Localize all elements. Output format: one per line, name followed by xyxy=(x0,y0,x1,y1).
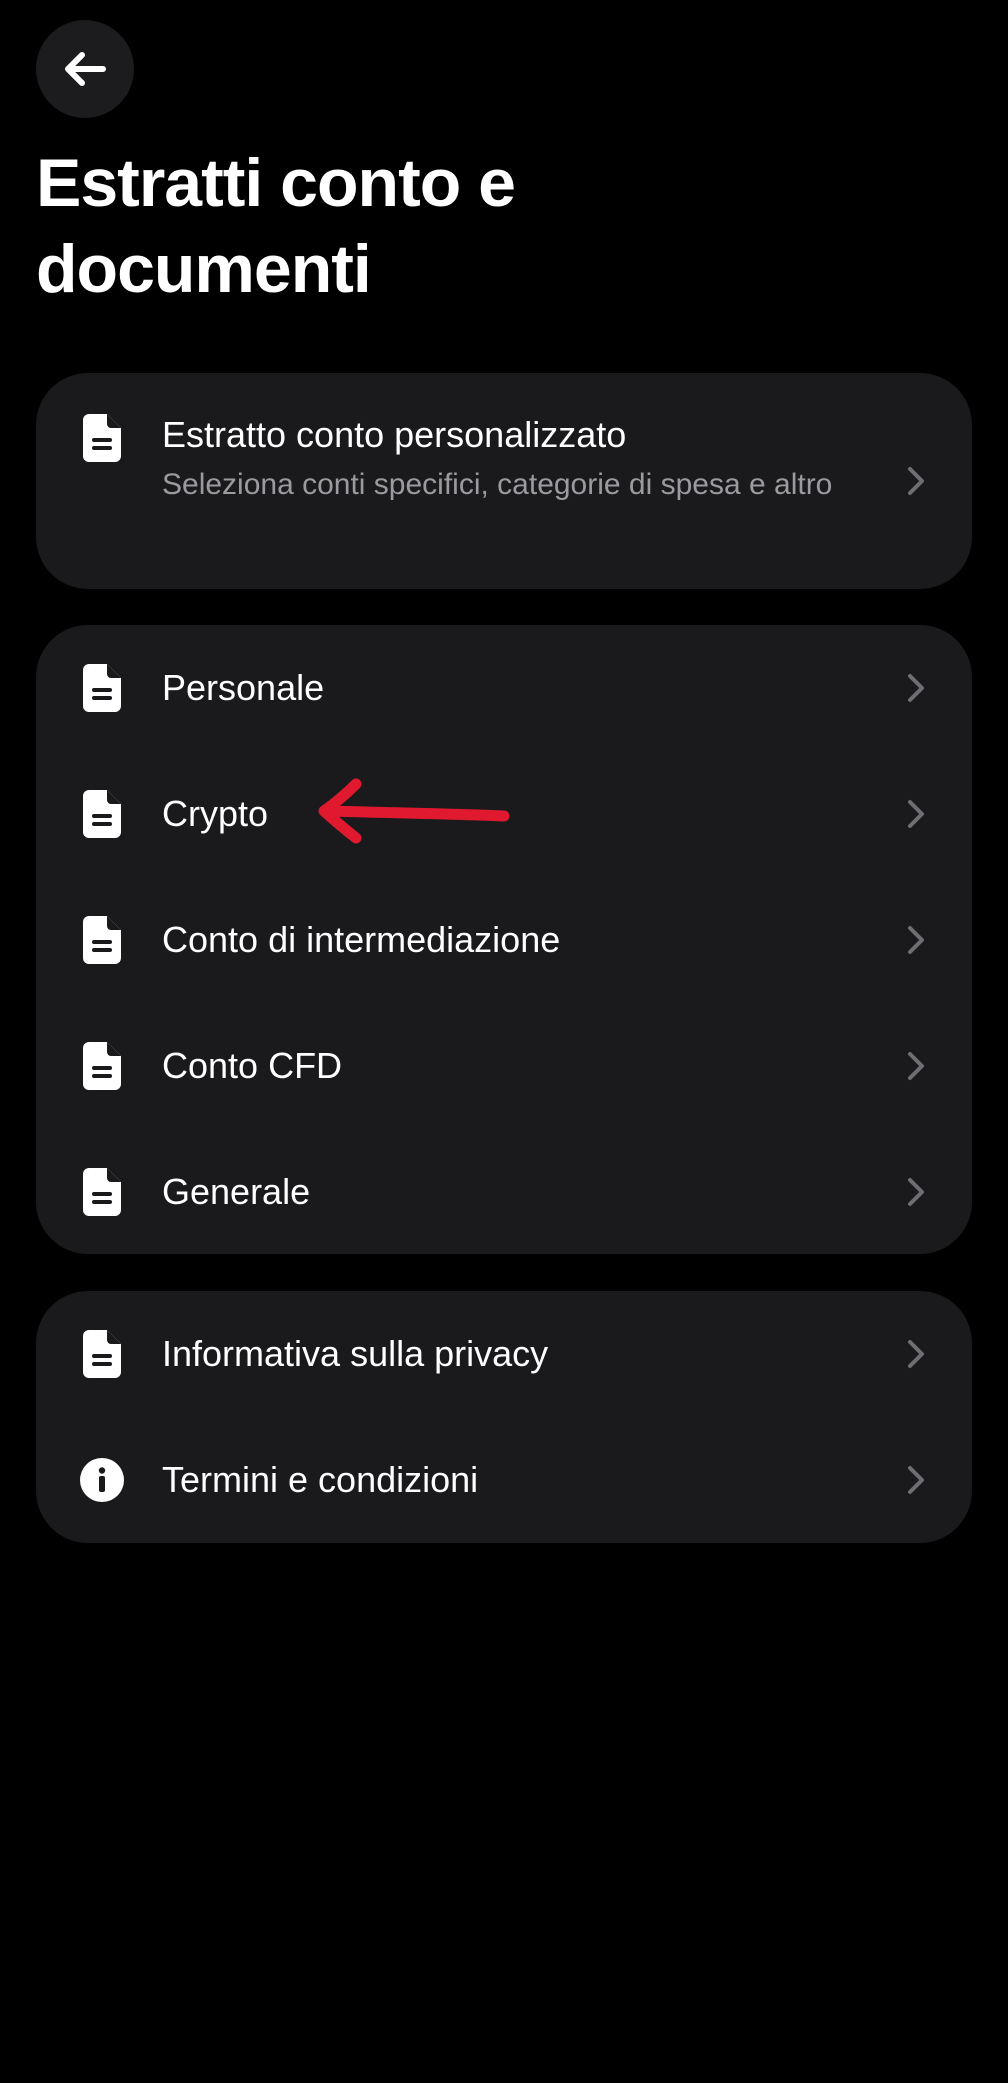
list-item-generale[interactable]: Generale xyxy=(36,1129,972,1255)
chevron-right-icon xyxy=(906,672,926,704)
list-item-label: Informativa sulla privacy xyxy=(162,1333,549,1374)
list-item-label: Personale xyxy=(162,667,325,708)
arrow-left-icon xyxy=(65,52,106,86)
list-item-terms[interactable]: Termini e condizioni xyxy=(36,1417,972,1543)
chevron-right-icon xyxy=(906,465,926,497)
list-item-label: Termini e condizioni xyxy=(162,1459,479,1500)
list-item-conto-cfd[interactable]: Conto CFD xyxy=(36,1003,972,1129)
document-icon xyxy=(78,1041,126,1091)
list-item-privacy[interactable]: Informativa sulla privacy xyxy=(36,1291,972,1417)
document-icon xyxy=(78,663,126,713)
back-button[interactable] xyxy=(36,20,134,118)
chevron-right-icon xyxy=(906,1338,926,1370)
chevron-right-icon xyxy=(906,1464,926,1496)
list-item-label: Crypto xyxy=(162,793,269,834)
page-title: Estratti conto e documenti xyxy=(36,145,516,307)
chevron-right-icon xyxy=(906,798,926,830)
chevron-right-icon xyxy=(906,1050,926,1082)
list-item-label: Generale xyxy=(162,1171,311,1212)
info-icon xyxy=(78,1455,126,1505)
chevron-right-icon xyxy=(906,924,926,956)
document-icon xyxy=(78,1167,126,1217)
accounts-statements-card: Personale Crypto Conto di intermediazion… xyxy=(36,625,972,1254)
document-icon xyxy=(78,789,126,839)
chevron-right-icon xyxy=(906,1176,926,1208)
document-icon xyxy=(78,915,126,965)
legal-documents-card: Informativa sulla privacy Termini e cond… xyxy=(36,1291,972,1543)
custom-statement-title: Estratto conto personalizzato xyxy=(162,414,627,455)
document-icon xyxy=(78,1329,126,1379)
list-item-conto-intermediazione[interactable]: Conto di intermediazione xyxy=(36,877,972,1003)
annotation-arrow-icon xyxy=(318,778,510,844)
custom-statement-subtitle: Seleziona conti specifici, categorie di … xyxy=(162,468,833,501)
list-item-label: Conto di intermediazione xyxy=(162,919,561,960)
list-item-label: Conto CFD xyxy=(162,1045,343,1086)
list-item-personale[interactable]: Personale xyxy=(36,625,972,751)
custom-statement-card[interactable]: Estratto conto personalizzato Seleziona … xyxy=(36,373,972,589)
document-icon xyxy=(78,413,126,463)
